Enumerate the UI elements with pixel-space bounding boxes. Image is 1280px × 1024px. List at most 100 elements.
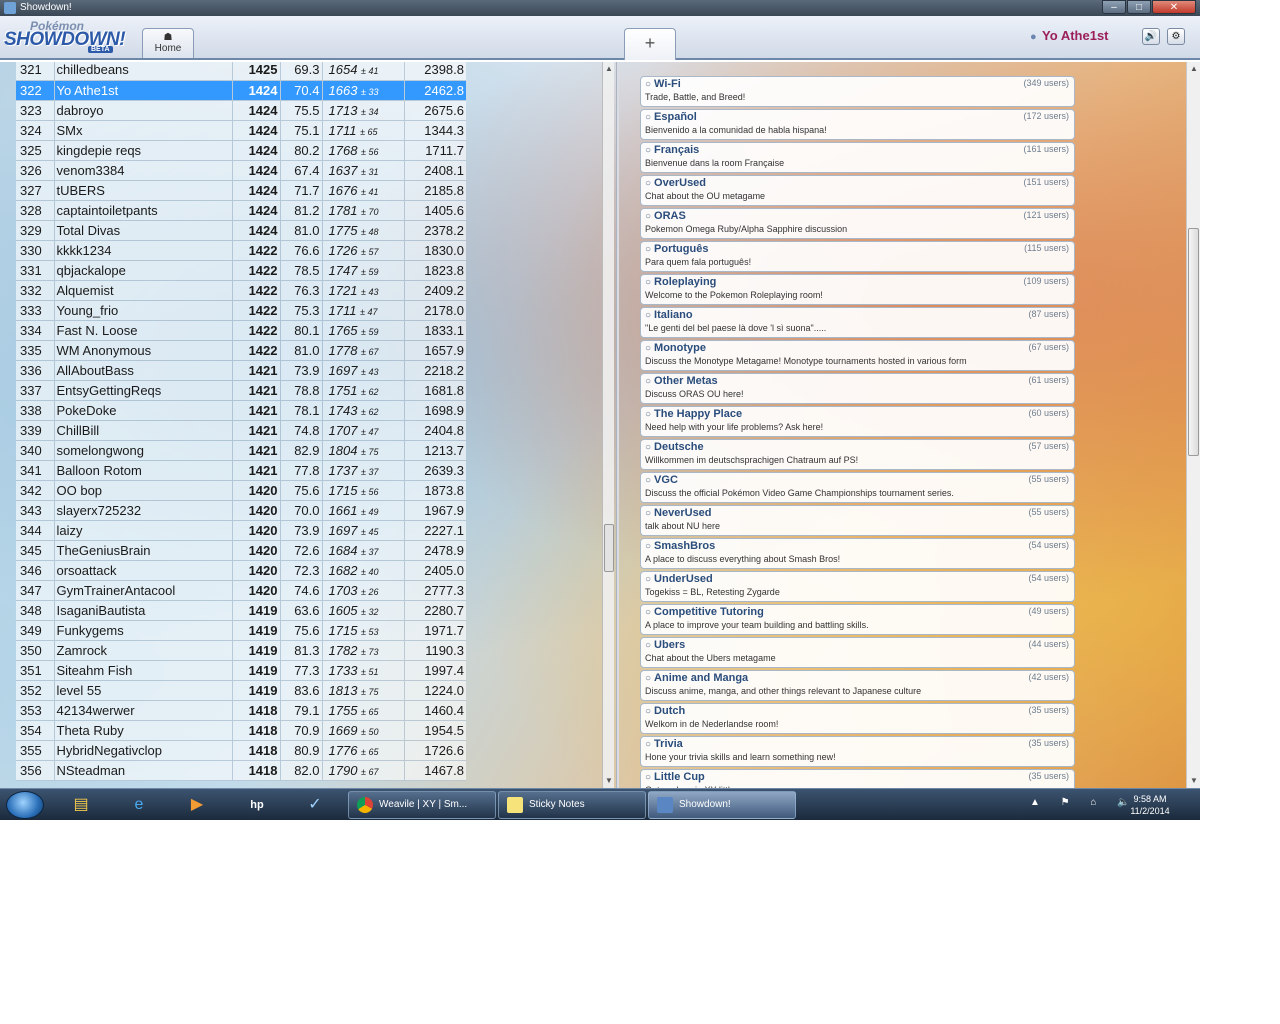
- maximize-button[interactable]: □: [1127, 0, 1151, 14]
- ladder-username[interactable]: Yo Athe1st: [53, 80, 232, 101]
- ladder-username[interactable]: Theta Ruby: [53, 720, 232, 741]
- ladder-username[interactable]: SMx: [53, 120, 232, 141]
- rooms-scrollbar[interactable]: ▲ ▼: [1186, 62, 1200, 788]
- ladder-username[interactable]: level 55: [53, 680, 232, 701]
- room-item[interactable]: ○ Anime and Manga (42 users) Discuss anime,…: [640, 670, 1075, 701]
- ladder-scrollbar[interactable]: ▲ ▼: [602, 62, 614, 788]
- close-button[interactable]: ✕: [1152, 0, 1196, 14]
- ladder-row[interactable]: 329 Total Divas 1424 81.0 1775 ± 48 2378.2: [16, 220, 466, 241]
- room-item[interactable]: ○ The Happy Place (60 users) Need help with…: [640, 406, 1075, 437]
- room-item[interactable]: ○ Español (172 users) Bienvenido a la comun…: [640, 109, 1075, 140]
- ladder-row[interactable]: 325 kingdepie reqs 1424 80.2 1768 ± 56 1711.7: [16, 140, 466, 161]
- ladder-username[interactable]: NSteadman: [53, 760, 232, 781]
- ladder-username[interactable]: PokeDoke: [53, 400, 232, 421]
- ladder-username[interactable]: laizy: [53, 520, 232, 541]
- ladder-username[interactable]: Alquemist: [53, 280, 232, 301]
- ladder-username[interactable]: WM Anonymous: [53, 340, 232, 361]
- ladder-row[interactable]: 350 Zamrock 1419 81.3 1782 ± 73 1190.3: [16, 640, 466, 661]
- taskbar-item-chrome[interactable]: Weavile | XY | Sm...: [348, 791, 496, 819]
- ladder-username[interactable]: kkkk1234: [53, 240, 232, 261]
- ladder-row[interactable]: 342 OO bop 1420 75.6 1715 ± 56 1873.8: [16, 480, 466, 501]
- ladder-row[interactable]: 323 dabroyo 1424 75.5 1713 ± 34 2675.6: [16, 100, 466, 121]
- room-item[interactable]: ○ Português (115 users) Para quem fala port…: [640, 241, 1075, 272]
- scroll-down-arrow-icon[interactable]: ▼: [1190, 776, 1198, 785]
- ladder-row[interactable]: 336 AllAboutBass 1421 73.9 1697 ± 43 2218.2: [16, 360, 466, 381]
- ladder-row[interactable]: 327 tUBERS 1424 71.7 1676 ± 41 2185.8: [16, 180, 466, 201]
- ladder-row[interactable]: 349 Funkygems 1419 75.6 1715 ± 53 1971.7: [16, 620, 466, 641]
- ladder-row[interactable]: 340 somelongwong 1421 82.9 1804 ± 75 1213.7: [16, 440, 466, 461]
- scroll-up-arrow-icon[interactable]: ▲: [1190, 64, 1198, 73]
- media-player-icon[interactable]: ▶: [174, 792, 220, 818]
- checkmark-app-icon[interactable]: ✓: [292, 792, 338, 818]
- room-item[interactable]: ○ Wi-Fi (349 users) Trade, Battle, and Bree…: [640, 76, 1075, 107]
- room-item[interactable]: ○ SmashBros (54 users) A place to discuss e…: [640, 538, 1075, 569]
- ladder-row[interactable]: 322 Yo Athe1st 1424 70.4 1663 ± 33 2462.8: [16, 80, 466, 101]
- ladder-username[interactable]: AllAboutBass: [53, 360, 232, 381]
- ladder-username[interactable]: venom3384: [53, 160, 232, 181]
- ladder-username[interactable]: TheGeniusBrain: [53, 540, 232, 561]
- ladder-username[interactable]: slayerx725232: [53, 500, 232, 521]
- ladder-row[interactable]: 348 IsaganiBautista 1419 63.6 1605 ± 32 2280.…: [16, 600, 466, 621]
- ladder-username[interactable]: IsaganiBautista: [53, 600, 232, 621]
- ladder-username[interactable]: Total Divas: [53, 220, 232, 241]
- ladder-row[interactable]: 331 qbjackalope 1422 78.5 1747 ± 59 1823.8: [16, 260, 466, 281]
- taskbar-clock[interactable]: 9:58 AM 11/2/2014: [1120, 793, 1180, 817]
- ladder-username[interactable]: HybridNegativclop: [53, 740, 232, 761]
- taskbar-item-sticky-notes[interactable]: Sticky Notes: [498, 791, 646, 819]
- ladder-row[interactable]: 337 EntsyGettingReqs 1421 78.8 1751 ± 62 1681…: [16, 380, 466, 401]
- ladder-row[interactable]: 347 GymTrainerAntacool 1420 74.6 1703 ± 26 27…: [16, 580, 466, 601]
- ladder-username[interactable]: Siteahm Fish: [53, 660, 232, 681]
- ladder-row[interactable]: 343 slayerx725232 1420 70.0 1661 ± 49 1967.9: [16, 500, 466, 521]
- ladder-row[interactable]: 335 WM Anonymous 1422 81.0 1778 ± 67 1657.9: [16, 340, 466, 361]
- ladder-row[interactable]: 324 SMx 1424 75.1 1711 ± 65 1344.3: [16, 120, 466, 141]
- ladder-row[interactable]: 328 captaintoiletpants 1424 81.2 1781 ± 70 14…: [16, 200, 466, 221]
- ladder-username[interactable]: dabroyo: [53, 100, 232, 121]
- ladder-row[interactable]: 332 Alquemist 1422 76.3 1721 ± 43 2409.2: [16, 280, 466, 301]
- room-item[interactable]: ○Little Cup(35 users)Get evolves in XY l…: [640, 769, 1075, 788]
- room-item[interactable]: ○ Roleplaying (109 users) Welcome to the Po…: [640, 274, 1075, 305]
- room-item[interactable]: ○ Other Metas (61 users) Discuss ORAS OU he…: [640, 373, 1075, 404]
- ladder-row[interactable]: 334 Fast N. Loose 1422 80.1 1765 ± 59 1833.1: [16, 320, 466, 341]
- room-item[interactable]: ○ VGC (55 users) Discuss the official Pokém…: [640, 472, 1075, 503]
- ladder-username[interactable]: 42134werwer: [53, 700, 232, 721]
- internet-explorer-icon[interactable]: e: [116, 792, 162, 818]
- ladder-row[interactable]: 346 orsoattack 1420 72.3 1682 ± 40 2405.0: [16, 560, 466, 581]
- ladder-username[interactable]: Young_frio: [53, 300, 232, 321]
- rooms-scroll-thumb[interactable]: [1188, 228, 1199, 456]
- tab-add-new[interactable]: +: [624, 28, 676, 60]
- ladder-row[interactable]: 345 TheGeniusBrain 1420 72.6 1684 ± 37 2478.9: [16, 540, 466, 561]
- room-item[interactable]: ○ NeverUsed (55 users) talk about NU here: [640, 505, 1075, 536]
- room-item[interactable]: ○ Italiano (87 users) "Le genti del bel pae…: [640, 307, 1075, 338]
- ladder-row[interactable]: 339 ChillBill 1421 74.8 1707 ± 47 2404.8: [16, 420, 466, 441]
- scroll-up-arrow-icon[interactable]: ▲: [605, 64, 613, 73]
- room-item[interactable]: ○ UnderUsed (54 users) Togekiss = BL, Retes…: [640, 571, 1075, 602]
- ladder-username[interactable]: EntsyGettingReqs: [53, 380, 232, 401]
- sound-button[interactable]: 🔊: [1142, 28, 1160, 45]
- ladder-row[interactable]: 352 level 55 1419 83.6 1813 ± 75 1224.0: [16, 680, 466, 701]
- minimize-button[interactable]: –: [1102, 0, 1126, 14]
- ladder-username[interactable]: chilledbeans: [53, 62, 232, 81]
- room-item[interactable]: ○ ORAS (121 users) Pokemon Omega Ruby/Alpha…: [640, 208, 1075, 239]
- ladder-row[interactable]: 338 PokeDoke 1421 78.1 1743 ± 62 1698.9: [16, 400, 466, 421]
- ladder-row[interactable]: 354 Theta Ruby 1418 70.9 1669 ± 50 1954.5: [16, 720, 466, 741]
- room-item[interactable]: ○ Trivia (35 users) Hone your trivia skills…: [640, 736, 1075, 767]
- ladder-row[interactable]: 326 venom3384 1424 67.4 1637 ± 31 2408.1: [16, 160, 466, 181]
- room-item[interactable]: ○ Ubers (44 users) Chat about the Ubers met…: [640, 637, 1075, 668]
- ladder-username[interactable]: Fast N. Loose: [53, 320, 232, 341]
- ladder-row[interactable]: 355 HybridNegativclop 1418 80.9 1776 ± 65 172…: [16, 740, 466, 761]
- ladder-username[interactable]: kingdepie reqs: [53, 140, 232, 161]
- ladder-scroll-thumb[interactable]: [604, 524, 614, 572]
- ladder-username[interactable]: qbjackalope: [53, 260, 232, 281]
- folder-icon[interactable]: ▤: [58, 792, 104, 818]
- ladder-username[interactable]: tUBERS: [53, 180, 232, 201]
- ladder-row[interactable]: 344 laizy 1420 73.9 1697 ± 45 2227.1: [16, 520, 466, 541]
- window-titlebar[interactable]: Showdown! – □ ✕: [0, 0, 1200, 16]
- hp-icon[interactable]: hp: [234, 792, 280, 818]
- showdown-logo[interactable]: Pokémon SHOWDOWN! BETA: [2, 18, 138, 56]
- room-item[interactable]: ○ OverUsed (151 users) Chat about the OU me…: [640, 175, 1075, 206]
- ladder-row[interactable]: 351 Siteahm Fish 1419 77.3 1733 ± 51 1997.4: [16, 660, 466, 681]
- ladder-row[interactable]: 353 42134werwer 1418 79.1 1755 ± 65 1460.4: [16, 700, 466, 721]
- ladder-username[interactable]: ChillBill: [53, 420, 232, 441]
- room-item[interactable]: ○ Monotype (67 users) Discuss the Monotype …: [640, 340, 1075, 371]
- user-menu[interactable]: ● Yo Athe1st: [1030, 28, 1109, 48]
